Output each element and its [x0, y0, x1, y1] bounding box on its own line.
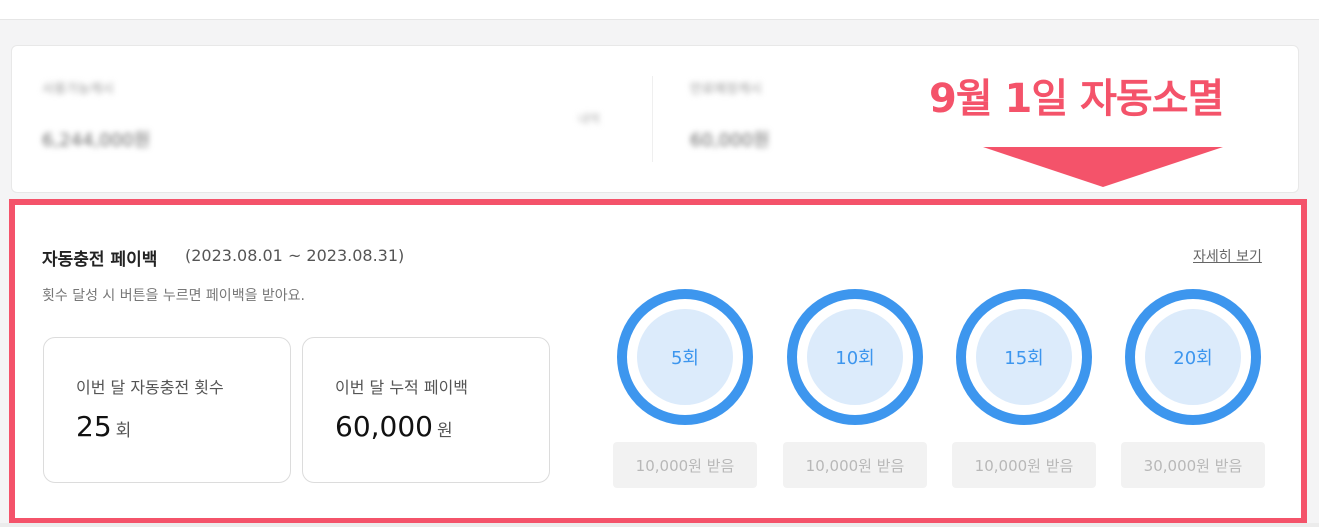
balance-right-label: 만료예정캐시 [690, 82, 762, 97]
top-band [0, 0, 1319, 20]
stat-value: 60,000 원 [335, 410, 453, 443]
stat-label: 이번 달 누적 페이백 [335, 378, 469, 397]
balance-left-label: 사용가능캐시 [42, 82, 114, 97]
tier-label: 5회 [637, 309, 733, 405]
tier-ring: 15회 [956, 289, 1092, 425]
stat-number: 60,000 [335, 410, 433, 443]
expire-annotation: 9월 1일 자동소멸 [929, 76, 1224, 122]
details-link[interactable]: 자세히 보기 [1193, 246, 1262, 266]
claim-button[interactable]: 10,000원 받음 [783, 442, 927, 488]
stat-number: 25 [76, 410, 112, 443]
tier-ring: 5회 [617, 289, 753, 425]
tier-ring: 10회 [787, 289, 923, 425]
bottom-divider [0, 523, 1319, 527]
payback-section: 자동충전 페이백 (2023.08.01 ~ 2023.08.31) 횟수 달성… [9, 199, 1307, 524]
stat-label: 이번 달 자동충전 횟수 [76, 378, 224, 397]
balance-divider [652, 76, 653, 162]
stat-card-payback-total: 이번 달 누적 페이백 60,000 원 [302, 337, 550, 483]
stat-unit: 회 [115, 421, 132, 441]
claim-button[interactable]: 10,000원 받음 [613, 442, 757, 488]
stat-unit: 원 [436, 421, 453, 441]
tier-label: 10회 [807, 309, 903, 405]
balance-right-amount: 60,000원 [690, 130, 770, 151]
balance-history-link[interactable]: 내역 [578, 110, 600, 127]
balance-left-amount: 6,244,000원 [42, 130, 151, 151]
tier-ring: 20회 [1125, 289, 1261, 425]
payback-title: 자동충전 페이백 [42, 250, 158, 270]
payback-description: 횟수 달성 시 버튼을 누르면 페이백을 받아요. [42, 288, 305, 304]
payback-period: (2023.08.01 ~ 2023.08.31) [185, 246, 405, 265]
tier-label: 20회 [1145, 309, 1241, 405]
claim-button[interactable]: 30,000원 받음 [1121, 442, 1265, 488]
tier-label: 15회 [976, 309, 1072, 405]
arrow-down-icon [983, 147, 1223, 187]
stat-value: 25 회 [76, 410, 131, 443]
stat-card-recharge-count: 이번 달 자동충전 횟수 25 회 [43, 337, 291, 483]
claim-button[interactable]: 10,000원 받음 [952, 442, 1096, 488]
